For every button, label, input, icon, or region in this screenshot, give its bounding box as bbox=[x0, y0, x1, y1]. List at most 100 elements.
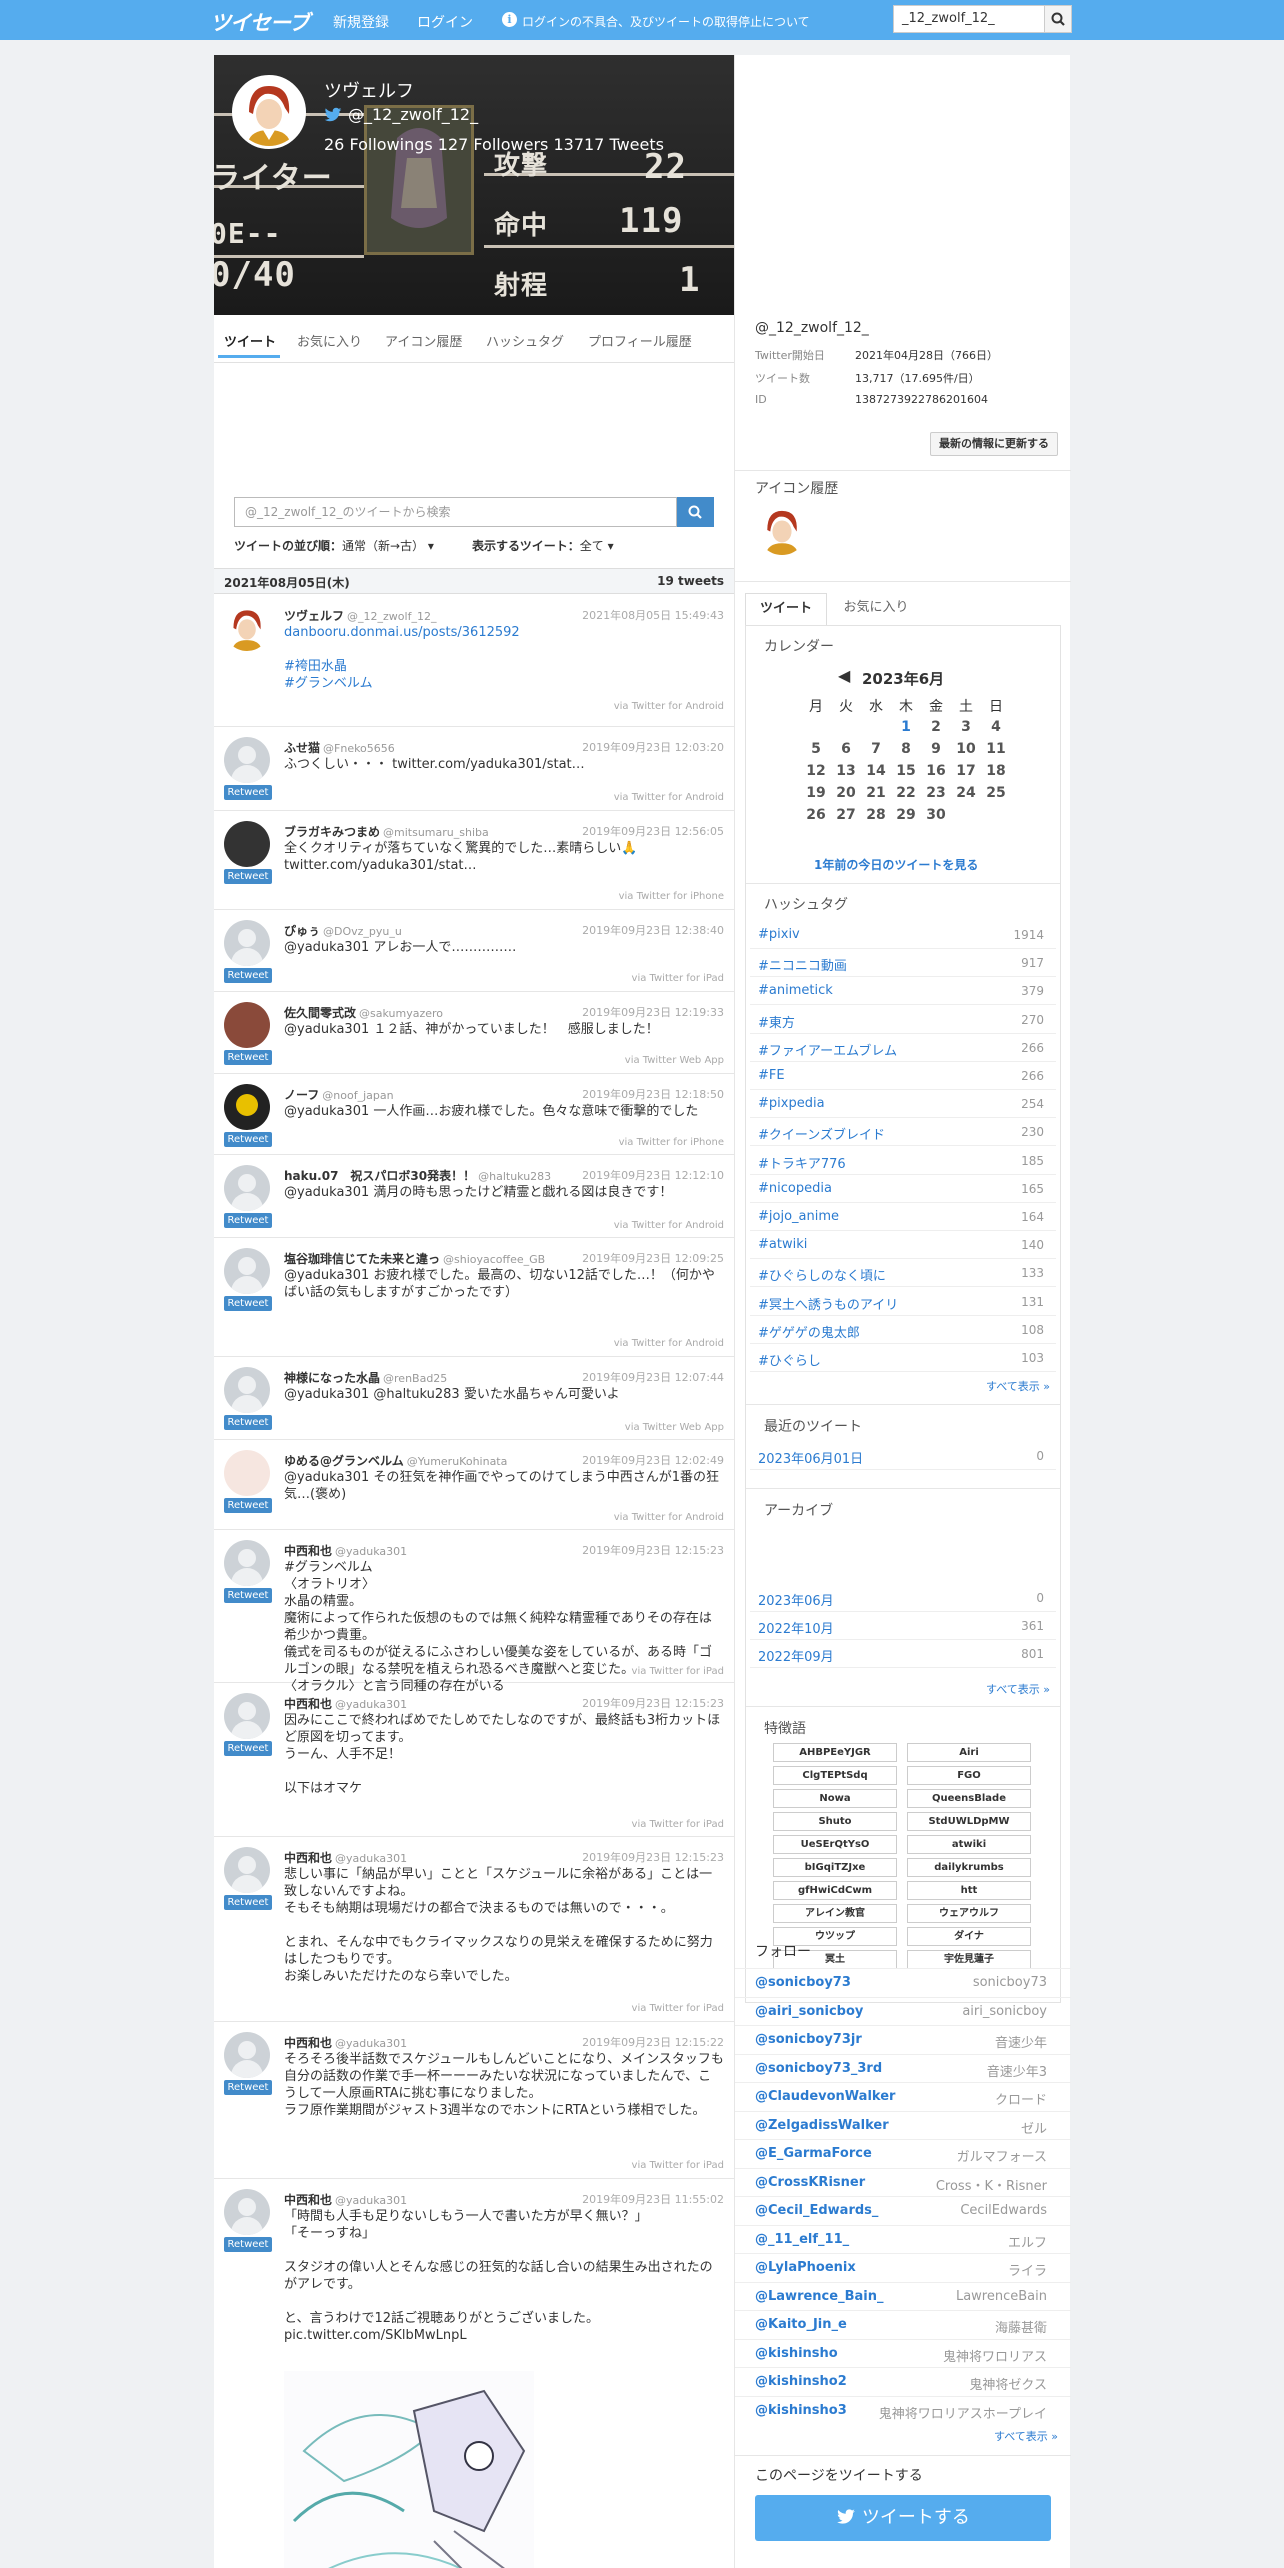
calendar-prev-icon[interactable]: ◀ bbox=[838, 666, 850, 685]
tweet-author[interactable]: ぴゅぅ @DOvz_pyu_u bbox=[284, 922, 402, 939]
tweet-author[interactable]: 中西和也 @yaduka301 bbox=[284, 2191, 407, 2208]
tweet-avatar[interactable] bbox=[224, 1540, 270, 1586]
tweet-avatar[interactable] bbox=[224, 737, 270, 783]
tweet-avatar[interactable] bbox=[224, 920, 270, 966]
tweet-this-button[interactable]: ツイートする bbox=[755, 2495, 1051, 2541]
feature-word[interactable]: アレイン教官 bbox=[773, 1904, 897, 1923]
tab-favorites[interactable]: お気に入り bbox=[297, 331, 362, 350]
top-search-button[interactable] bbox=[1044, 5, 1072, 33]
tweet-avatar[interactable] bbox=[224, 1165, 270, 1211]
profile-avatar[interactable] bbox=[232, 75, 306, 149]
notice-link[interactable]: ログインの不具合、及びツイートの取得停止について bbox=[522, 13, 810, 30]
calendar-day[interactable]: 1 bbox=[892, 719, 920, 735]
hashtag-row[interactable]: #jojo_anime 164 bbox=[750, 1203, 1056, 1231]
hashtag-row[interactable]: #nicopedia 165 bbox=[750, 1175, 1056, 1203]
follow-row[interactable]: @sonicboy73_3rd 音速少年3 bbox=[735, 2053, 1071, 2082]
feature-word[interactable]: FGO bbox=[907, 1766, 1031, 1785]
feature-word[interactable]: gfHwiCdCwm bbox=[773, 1881, 897, 1900]
follow-row[interactable]: @kishinsho3 鬼神将ワロリアスホープレイ bbox=[735, 2395, 1071, 2424]
tweet-time[interactable]: 2019年09月23日 12:12:10 bbox=[582, 1167, 724, 1183]
follow-row[interactable]: @airi_sonicboy airi_sonicboy bbox=[735, 1996, 1071, 2025]
tweet-time[interactable]: 2021年08月05日 15:49:43 bbox=[582, 607, 724, 623]
tweet-author[interactable]: ノーフ @noof_japan bbox=[284, 1086, 394, 1103]
tweet-image[interactable] bbox=[284, 2371, 534, 2568]
tweet-time[interactable]: 2019年09月23日 12:15:22 bbox=[582, 2034, 724, 2050]
top-search-input[interactable]: _12_zwolf_12_ bbox=[893, 5, 1045, 33]
tweet-time[interactable]: 2019年09月23日 11:55:02 bbox=[582, 2191, 724, 2207]
profile-handle[interactable]: @_12_zwolf_12_ bbox=[348, 105, 478, 124]
feature-word[interactable]: 宇佐見蓮子 bbox=[907, 1950, 1031, 1969]
site-logo[interactable]: ツイセーブ bbox=[210, 7, 310, 37]
hashtag-row[interactable]: #ひぐらし 103 bbox=[750, 1344, 1056, 1372]
hashtag-row[interactable]: #ゲゲゲの鬼太郎 108 bbox=[750, 1316, 1056, 1344]
feature-word[interactable]: atwiki bbox=[907, 1835, 1031, 1854]
follow-row[interactable]: @ZelgadissWalker ゼル bbox=[735, 2110, 1071, 2139]
tweet-time[interactable]: 2019年09月23日 12:07:44 bbox=[582, 1369, 724, 1385]
tweet-avatar[interactable] bbox=[224, 1084, 270, 1130]
feature-word[interactable]: dailykrumbs bbox=[907, 1858, 1031, 1877]
tab-hashtags[interactable]: ハッシュタグ bbox=[486, 331, 564, 350]
hashtag-row[interactable]: #animetick 379 bbox=[750, 977, 1056, 1006]
archive-row[interactable]: 2022年10月 361 bbox=[750, 1612, 1056, 1640]
sort-order[interactable]: ツイートの並び順：通常（新→古） ▾ bbox=[234, 537, 434, 554]
hashtag-row[interactable]: #ひぐらしのなく頃に 133 bbox=[750, 1259, 1056, 1288]
follow-see-all[interactable]: すべて表示 » bbox=[994, 2428, 1058, 2444]
tweet-author[interactable]: 塩谷珈琲信じてた未来と違っ @shioyacoffee_GB bbox=[284, 1250, 545, 1267]
follow-row[interactable]: @ClaudevonWalker クロード bbox=[735, 2082, 1071, 2110]
hashtag-row[interactable]: #トラキア776 185 bbox=[750, 1147, 1056, 1175]
hashtag-row[interactable]: #冥土へ誘うものアイリ 131 bbox=[750, 1288, 1056, 1316]
side-tab-tweets[interactable]: ツイート bbox=[745, 593, 827, 625]
tweet-time[interactable]: 2019年09月23日 12:38:40 bbox=[582, 922, 724, 938]
tweet-author[interactable]: 神様になった水晶 @renBad25 bbox=[284, 1369, 447, 1386]
hashtag-row[interactable]: #クイーンズブレイド 230 bbox=[750, 1118, 1056, 1147]
tweet-avatar[interactable] bbox=[224, 1248, 270, 1294]
follow-row[interactable]: @Cecil_Edwards_ CecilEdwards bbox=[735, 2196, 1071, 2224]
tweet-author[interactable]: 佐久間零式改 @sakumyazero bbox=[284, 1004, 443, 1021]
hashtag-row[interactable]: #pixpedia 254 bbox=[750, 1090, 1056, 1119]
tweet-author[interactable]: 中西和也 @yaduka301 bbox=[284, 2034, 407, 2051]
tweet-time[interactable]: 2019年09月23日 12:15:23 bbox=[582, 1542, 724, 1558]
icon-history-avatar[interactable] bbox=[757, 505, 807, 555]
tweet-time[interactable]: 2019年09月23日 12:02:49 bbox=[582, 1452, 724, 1468]
follow-row[interactable]: @sonicboy73jr 音速少年 bbox=[735, 2025, 1071, 2053]
tweet-avatar[interactable] bbox=[224, 2189, 270, 2235]
hashtag-row[interactable]: #pixiv 1914 bbox=[750, 921, 1056, 949]
tweet-search-button[interactable] bbox=[677, 497, 714, 527]
tweet-avatar[interactable] bbox=[224, 1847, 270, 1893]
hashtag-row[interactable]: #atwiki 140 bbox=[750, 1231, 1056, 1260]
follow-row[interactable]: @_11_elf_11_ エルフ bbox=[735, 2224, 1071, 2253]
feature-word[interactable]: Shuto bbox=[773, 1812, 897, 1831]
tweet-author[interactable]: haku.07 祝スパロボ30発表！！ @haltuku283 bbox=[284, 1167, 551, 1184]
tab-profile-history[interactable]: プロフィール履歴 bbox=[588, 331, 692, 350]
register-link[interactable]: 新規登録 bbox=[333, 12, 389, 32]
tweet-time[interactable]: 2019年09月23日 12:15:23 bbox=[582, 1695, 724, 1711]
tweet-avatar[interactable] bbox=[224, 1693, 270, 1739]
tweet-time[interactable]: 2019年09月23日 12:03:20 bbox=[582, 739, 724, 755]
follow-row[interactable]: @Kaito_Jin_e 海藤甚衛 bbox=[735, 2310, 1071, 2338]
tweet-author[interactable]: ブラガキみつまめ @mitsumaru_shiba bbox=[284, 823, 489, 840]
calendar-year-ago-link[interactable]: 1年前の今日のツイートを見る bbox=[814, 856, 978, 873]
tweet-author[interactable]: 中西和也 @yaduka301 bbox=[284, 1695, 407, 1712]
update-button[interactable]: 最新の情報に更新する bbox=[930, 432, 1058, 456]
tweet-avatar[interactable] bbox=[224, 1450, 270, 1496]
feature-word[interactable]: ダイナ bbox=[907, 1927, 1031, 1946]
feature-word[interactable]: htt bbox=[907, 1881, 1031, 1900]
follow-row[interactable]: @Lawrence_Bain_ LawrenceBain bbox=[735, 2281, 1071, 2310]
hashtag-row[interactable]: #東方 270 bbox=[750, 1006, 1056, 1034]
tweet-avatar[interactable] bbox=[224, 605, 270, 651]
tweet-avatar[interactable] bbox=[224, 821, 270, 867]
tweet-avatar[interactable] bbox=[224, 1002, 270, 1048]
tab-tweets[interactable]: ツイート bbox=[224, 331, 276, 350]
tweet-time[interactable]: 2019年09月23日 12:15:23 bbox=[582, 1849, 724, 1865]
tweet-author[interactable]: ツヴェルフ @_12_zwolf_12_ bbox=[284, 607, 436, 624]
feature-word[interactable]: ウェアウルフ bbox=[907, 1904, 1031, 1923]
hashtag-row[interactable]: #ニコニコ動画 917 bbox=[750, 949, 1056, 978]
feature-word[interactable]: ClgTEPtSdq bbox=[773, 1766, 897, 1785]
archive-row[interactable]: 2022年09月 801 bbox=[750, 1640, 1056, 1668]
feature-word[interactable]: QueensBlade bbox=[907, 1789, 1031, 1808]
tweet-search-input[interactable]: @_12_zwolf_12_のツイートから検索 bbox=[234, 497, 677, 527]
feature-word[interactable]: bIGqiTZJxe bbox=[773, 1858, 897, 1877]
hashtag-row[interactable]: #FE 266 bbox=[750, 1062, 1056, 1090]
archive-see-all[interactable]: すべて表示 » bbox=[986, 1681, 1050, 1697]
side-tab-favorites[interactable]: お気に入り bbox=[835, 593, 917, 625]
